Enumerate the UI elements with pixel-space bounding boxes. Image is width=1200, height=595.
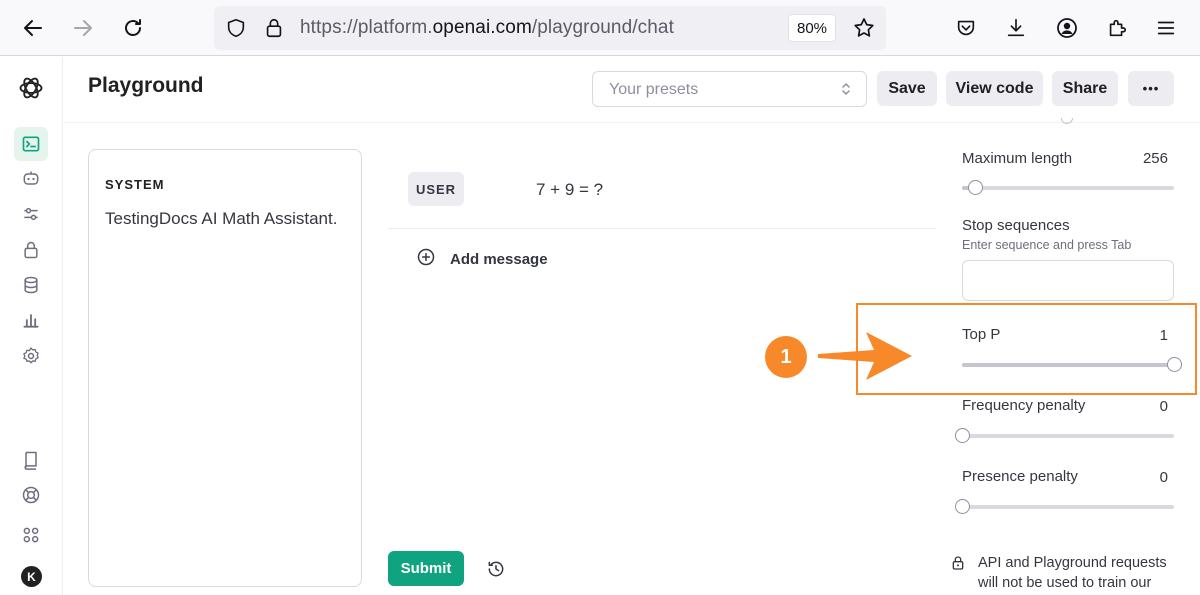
extensions-icon[interactable] xyxy=(1103,14,1131,42)
presets-placeholder: Your presets xyxy=(609,81,699,98)
api-keys-lock-icon[interactable] xyxy=(14,233,48,267)
forward-icon[interactable] xyxy=(67,12,99,44)
previous-slider-thumb[interactable] xyxy=(1061,118,1073,124)
back-icon[interactable] xyxy=(17,12,49,44)
system-panel[interactable]: SYSTEM TestingDocs AI Math Assistant. xyxy=(88,149,362,587)
annotation-step-badge: 1 xyxy=(765,336,807,378)
stop-sequences-hint: Enter sequence and press Tab xyxy=(962,238,1132,252)
max-length-slider[interactable] xyxy=(962,180,1174,195)
openai-logo-icon[interactable] xyxy=(14,71,48,105)
sidebar: K xyxy=(0,57,63,595)
more-options-button[interactable]: ••• xyxy=(1128,71,1174,106)
save-button[interactable]: Save xyxy=(877,71,937,106)
slider-thumb[interactable] xyxy=(955,499,970,514)
add-message-label: Add message xyxy=(450,250,548,268)
fine-tuning-sliders-icon[interactable] xyxy=(14,197,48,231)
message-content[interactable]: 7 + 9 = ? xyxy=(536,180,603,200)
view-code-button[interactable]: View code xyxy=(946,71,1043,106)
frequency-penalty-label: Frequency penalty xyxy=(962,397,1086,414)
presence-penalty-label: Presence penalty xyxy=(962,468,1078,485)
max-length-value: 256 xyxy=(1142,150,1168,167)
notice-lock-icon xyxy=(950,554,966,578)
presence-penalty-slider[interactable] xyxy=(955,499,1174,514)
pocket-icon[interactable] xyxy=(952,14,980,42)
max-length-label: Maximum length xyxy=(962,150,1073,167)
playground-terminal-icon[interactable] xyxy=(14,127,48,161)
reload-icon[interactable] xyxy=(117,12,149,44)
presets-select[interactable]: Your presets xyxy=(592,71,867,107)
add-message-button[interactable]: Add message xyxy=(416,247,548,271)
assistants-robot-icon[interactable] xyxy=(14,162,48,196)
page-title: Playground xyxy=(88,74,204,97)
shield-icon[interactable] xyxy=(224,16,248,40)
message-role-button[interactable]: USER xyxy=(408,172,464,206)
browser-toolbar: https://platform.openai.com/playground/c… xyxy=(0,0,1200,56)
user-avatar[interactable]: K xyxy=(21,566,42,587)
account-icon[interactable] xyxy=(1053,14,1081,42)
apps-grid-icon[interactable] xyxy=(14,518,48,552)
docs-book-icon[interactable] xyxy=(14,443,48,477)
annotation-arrow-icon xyxy=(818,332,912,380)
history-icon[interactable] xyxy=(484,557,508,581)
stop-sequences-input[interactable] xyxy=(962,260,1174,301)
notice-text: API and Playground requests will not be … xyxy=(978,555,1167,591)
help-lifebuoy-icon[interactable] xyxy=(14,478,48,512)
settings-gear-icon[interactable] xyxy=(14,339,48,373)
share-button[interactable]: Share xyxy=(1052,71,1118,106)
stop-sequences-label: Stop sequences xyxy=(962,217,1070,234)
url-text[interactable]: https://platform.openai.com/playground/c… xyxy=(300,17,674,39)
address-bar[interactable]: https://platform.openai.com/playground/c… xyxy=(214,6,886,50)
system-message-text[interactable]: TestingDocs AI Math Assistant. xyxy=(105,206,345,232)
frequency-penalty-value: 0 xyxy=(1159,398,1168,415)
lock-icon[interactable] xyxy=(262,16,286,40)
storage-database-icon[interactable] xyxy=(14,268,48,302)
header-divider xyxy=(64,122,1200,123)
plus-circle-icon xyxy=(416,247,436,271)
usage-chart-icon[interactable] xyxy=(14,303,48,337)
system-label: SYSTEM xyxy=(105,177,165,192)
menu-icon[interactable] xyxy=(1152,14,1180,42)
submit-button[interactable]: Submit xyxy=(388,551,464,586)
message-divider xyxy=(388,228,936,229)
bookmark-star-icon[interactable] xyxy=(852,16,876,40)
slider-thumb[interactable] xyxy=(967,180,983,195)
download-icon[interactable] xyxy=(1002,14,1030,42)
zoom-level[interactable]: 80% xyxy=(788,14,836,42)
frequency-penalty-slider[interactable] xyxy=(955,428,1174,443)
chevron-updown-icon xyxy=(838,80,854,103)
presence-penalty-value: 0 xyxy=(1159,469,1168,486)
slider-thumb[interactable] xyxy=(955,428,970,443)
